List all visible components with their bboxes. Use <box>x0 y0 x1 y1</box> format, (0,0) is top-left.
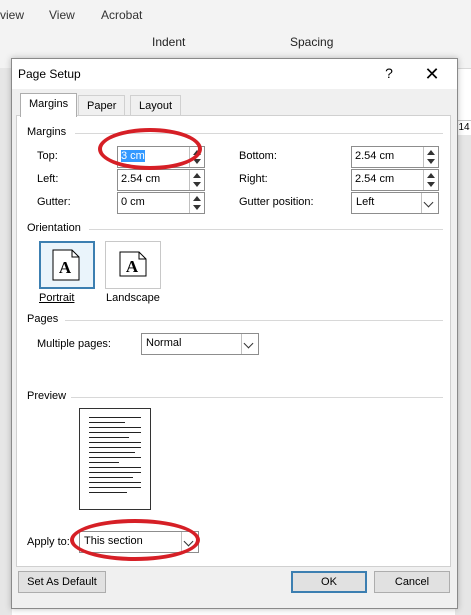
margins-panel: Margins Top: 3 cm Bottom: 2.54 cm Left: … <box>16 115 451 567</box>
left-label: Left: <box>37 173 59 185</box>
margins-group-label: Margins <box>27 126 67 138</box>
landscape-page-icon: A <box>119 251 147 277</box>
preview-text-line <box>89 447 141 448</box>
spin-up-icon[interactable] <box>193 173 201 178</box>
landscape-glyph: A <box>126 257 139 276</box>
gutter-position-label: Gutter position: <box>239 196 314 208</box>
spin-down-icon[interactable] <box>427 182 435 187</box>
landscape-label[interactable]: Landscape <box>106 292 160 304</box>
ribbon-group-indent: Indent <box>152 35 186 49</box>
right-margin-spinner[interactable]: 2.54 cm <box>351 169 439 191</box>
preview-text-line <box>89 457 141 458</box>
pages-group-label: Pages <box>27 313 59 325</box>
ribbon-tab-view-partial[interactable]: view <box>0 8 24 22</box>
preview-text-line <box>89 452 135 453</box>
portrait-page-icon: A <box>52 249 80 281</box>
right-label: Right: <box>239 173 268 185</box>
gutter-spinner[interactable]: 0 cm <box>117 192 205 214</box>
margins-divider <box>75 133 443 134</box>
multiple-pages-dropdown[interactable]: Normal <box>141 333 259 355</box>
right-margin-value[interactable]: 2.54 cm <box>355 173 394 185</box>
spinner-arrows[interactable] <box>423 147 438 167</box>
chevron-down-icon[interactable] <box>181 532 198 552</box>
pages-divider <box>65 320 443 321</box>
bottom-margin-spinner[interactable]: 2.54 cm <box>351 146 439 168</box>
preview-text-line <box>89 487 141 488</box>
spinner-arrows[interactable] <box>189 193 204 213</box>
spin-down-icon[interactable] <box>193 159 201 164</box>
preview-text-line <box>89 462 119 463</box>
multiple-pages-label: Multiple pages: <box>37 338 111 350</box>
ribbon-tab-view[interactable]: View <box>49 8 75 22</box>
orientation-group-label: Orientation <box>27 222 81 234</box>
gutter-label: Gutter: <box>37 196 71 208</box>
top-margin-spinner[interactable]: 3 cm <box>117 146 205 168</box>
left-margin-value[interactable]: 2.54 cm <box>121 173 160 185</box>
gutter-value[interactable]: 0 cm <box>121 196 145 208</box>
left-margin-spinner[interactable]: 2.54 cm <box>117 169 205 191</box>
cancel-button[interactable]: Cancel <box>374 571 450 593</box>
multiple-pages-value: Normal <box>146 337 182 349</box>
preview-text-line <box>89 467 141 468</box>
ribbon-tab-acrobat[interactable]: Acrobat <box>101 8 142 22</box>
tab-layout[interactable]: Layout <box>130 95 182 116</box>
preview-text-line <box>89 482 141 483</box>
tab-margins[interactable]: Margins <box>20 93 78 117</box>
help-button[interactable]: ? <box>380 65 398 83</box>
bottom-margin-value[interactable]: 2.54 cm <box>355 150 394 162</box>
spin-up-icon[interactable] <box>427 150 435 155</box>
spin-up-icon[interactable] <box>427 173 435 178</box>
chevron-down-icon[interactable] <box>241 334 258 354</box>
ok-button[interactable]: OK <box>291 571 367 593</box>
chevron-down-icon[interactable] <box>421 193 438 213</box>
spin-down-icon[interactable] <box>427 159 435 164</box>
set-as-default-button[interactable]: Set As Default <box>18 571 106 593</box>
apply-to-value: This section <box>84 535 143 547</box>
ribbon-group-spacing: Spacing <box>290 35 334 49</box>
preview-text-line <box>89 437 129 438</box>
spin-down-icon[interactable] <box>193 205 201 210</box>
preview-text-line <box>89 477 133 478</box>
apply-to-dropdown[interactable]: This section <box>79 531 199 553</box>
portrait-label[interactable]: Portrait <box>39 292 74 304</box>
apply-to-label: Apply to: <box>27 536 70 548</box>
landscape-option[interactable]: A <box>105 241 161 289</box>
spinner-arrows[interactable] <box>189 170 204 190</box>
preview-text-line <box>89 422 125 423</box>
spinner-arrows[interactable] <box>423 170 438 190</box>
portrait-option[interactable]: A <box>39 241 95 289</box>
preview-divider <box>71 397 443 398</box>
gutter-position-value: Left <box>356 196 375 208</box>
preview-text-line <box>89 432 141 433</box>
preview-text-line <box>89 442 141 443</box>
spinner-arrows[interactable] <box>189 147 204 167</box>
spin-up-icon[interactable] <box>193 150 201 155</box>
preview-text-line <box>89 472 141 473</box>
tab-paper[interactable]: Paper <box>78 95 126 116</box>
page-setup-dialog: Page Setup ? ✕ Margins Paper Layout Marg… <box>11 58 458 609</box>
gutter-position-dropdown[interactable]: Left <box>351 192 439 214</box>
close-button[interactable]: ✕ <box>420 63 444 85</box>
portrait-glyph: A <box>59 258 72 277</box>
preview-text-line <box>89 417 141 418</box>
spin-up-icon[interactable] <box>193 196 201 201</box>
preview-text-line <box>89 427 141 428</box>
preview-text-line <box>89 492 127 493</box>
spin-down-icon[interactable] <box>193 182 201 187</box>
top-margin-value[interactable]: 3 cm <box>121 150 145 162</box>
dialog-title: Page Setup <box>18 67 81 81</box>
orientation-divider <box>89 229 443 230</box>
top-label: Top: <box>37 150 58 162</box>
page-preview <box>79 408 151 510</box>
preview-group-label: Preview <box>27 390 67 402</box>
bottom-label: Bottom: <box>239 150 277 162</box>
